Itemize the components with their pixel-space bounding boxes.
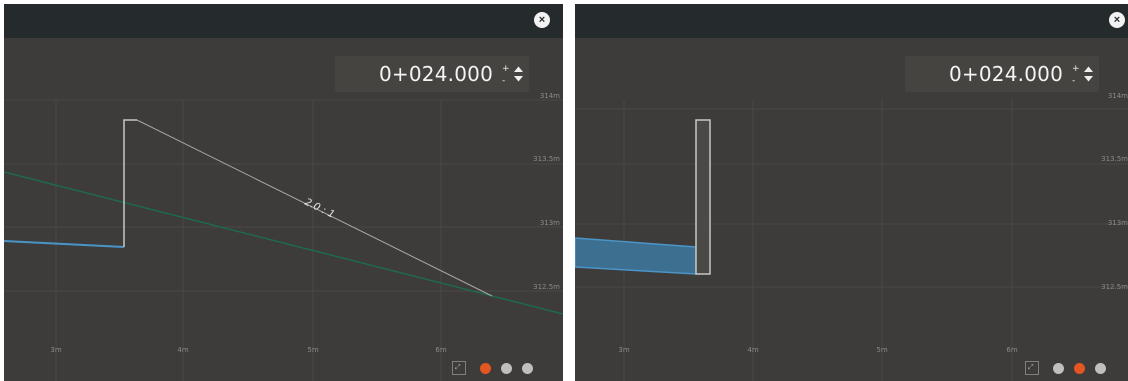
page-dot-2[interactable]: [501, 362, 512, 374]
page-dot-3[interactable]: [1095, 362, 1106, 374]
page-dot-1[interactable]: [480, 362, 491, 374]
panel-footer: ⤢: [1025, 359, 1106, 377]
slope-label: 2.0 : 1: [303, 197, 337, 221]
cross-section-panel-right: × 0+024.000 + - 314m 313.5m 313m 312.5m …: [575, 4, 1128, 381]
plot-grid: [575, 100, 1128, 381]
x-tick-label: 6m: [435, 346, 446, 354]
y-tick-label: 314m: [1108, 92, 1128, 100]
x-tick-label: 3m: [618, 346, 629, 354]
page-dot-3[interactable]: [522, 362, 533, 374]
pavement-line: [4, 240, 125, 248]
fit-view-icon[interactable]: ⤢: [452, 361, 466, 375]
x-tick-label: 5m: [876, 346, 887, 354]
y-tick-label: 313.5m: [1101, 155, 1128, 163]
existing-ground-line: [4, 171, 563, 315]
fit-view-icon[interactable]: ⤢: [1025, 361, 1039, 375]
y-tick-label: 312.5m: [533, 283, 560, 291]
section-plot: 314m 313.5m 313m 312.5m 3m 4m 5m 6m 2.0 …: [4, 92, 563, 381]
x-tick-label: 4m: [177, 346, 188, 354]
x-tick-label: 5m: [307, 346, 318, 354]
panel-footer: ⤢: [452, 359, 533, 377]
pavement-slab: [575, 237, 697, 275]
page-dot-2[interactable]: [1074, 362, 1085, 374]
y-tick-label: 313m: [540, 219, 560, 227]
y-tick-label: 313.5m: [533, 155, 560, 163]
x-tick-label: 4m: [747, 346, 758, 354]
y-tick-label: 313m: [1108, 219, 1128, 227]
x-tick-label: 6m: [1006, 346, 1017, 354]
x-tick-label: 3m: [50, 346, 61, 354]
curb-wall: [123, 119, 137, 247]
curb-wall: [695, 119, 711, 275]
y-tick-label: 312.5m: [1101, 283, 1128, 291]
cross-section-panel-left: × 0+024.000 + - 314m 313.5m 313m 312.5m …: [4, 4, 563, 381]
section-plot: 314m 313.5m 313m 312.5m 3m 4m 5m 6m: [575, 92, 1128, 381]
plot-grid: [4, 99, 563, 381]
page-dot-1[interactable]: [1053, 362, 1064, 374]
y-tick-label: 314m: [540, 92, 560, 100]
